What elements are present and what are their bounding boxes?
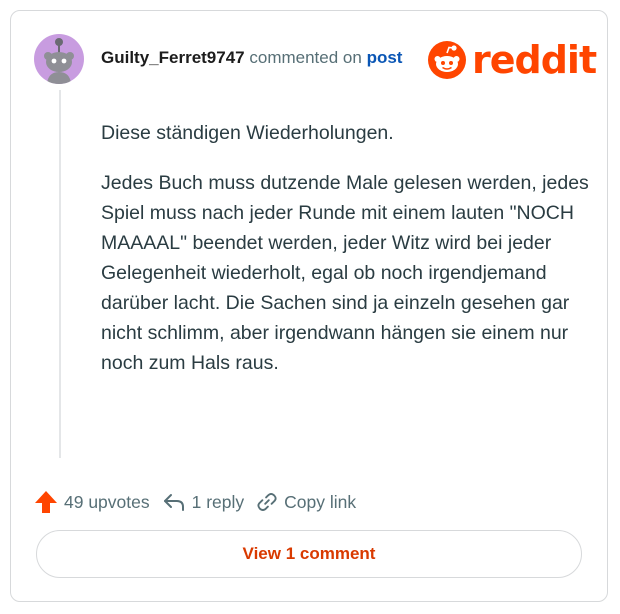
view-comments-button[interactable]: View 1 comment bbox=[36, 530, 582, 578]
link-icon bbox=[257, 493, 277, 511]
reddit-logo-icon bbox=[428, 41, 466, 79]
reply-button[interactable]: 1 reply bbox=[162, 490, 245, 514]
comment-header: Guilty_Ferret9747 commented on post bbox=[101, 48, 402, 68]
upvote-count: 49 upvotes bbox=[64, 491, 150, 512]
reply-arrow-icon bbox=[163, 494, 184, 511]
copy-link-button[interactable]: Copy link bbox=[256, 491, 356, 513]
reddit-logo[interactable]: reddit bbox=[428, 38, 597, 82]
username[interactable]: Guilty_Ferret9747 bbox=[101, 48, 245, 67]
upvote-arrow-icon bbox=[35, 491, 57, 513]
comment-body: Diese ständigen Wiederholungen. Jedes Bu… bbox=[101, 118, 591, 398]
avatar-snoo-icon bbox=[44, 38, 74, 84]
reddit-wordmark: reddit bbox=[472, 38, 597, 82]
post-link[interactable]: post bbox=[367, 48, 403, 67]
copy-link-label: Copy link bbox=[284, 491, 357, 512]
comment-paragraph: Diese ständigen Wiederholungen. bbox=[101, 122, 394, 144]
comment-paragraph: Jedes Buch muss dutzende Male gelesen we… bbox=[101, 172, 589, 374]
avatar[interactable] bbox=[34, 34, 84, 84]
commented-on-text: commented on bbox=[249, 48, 362, 67]
thread-line bbox=[59, 90, 61, 458]
upvote-button[interactable]: 49 upvotes bbox=[34, 490, 150, 514]
reply-count: 1 reply bbox=[191, 491, 245, 512]
comment-actions: 49 upvotes 1 reply Copy link bbox=[34, 490, 368, 514]
